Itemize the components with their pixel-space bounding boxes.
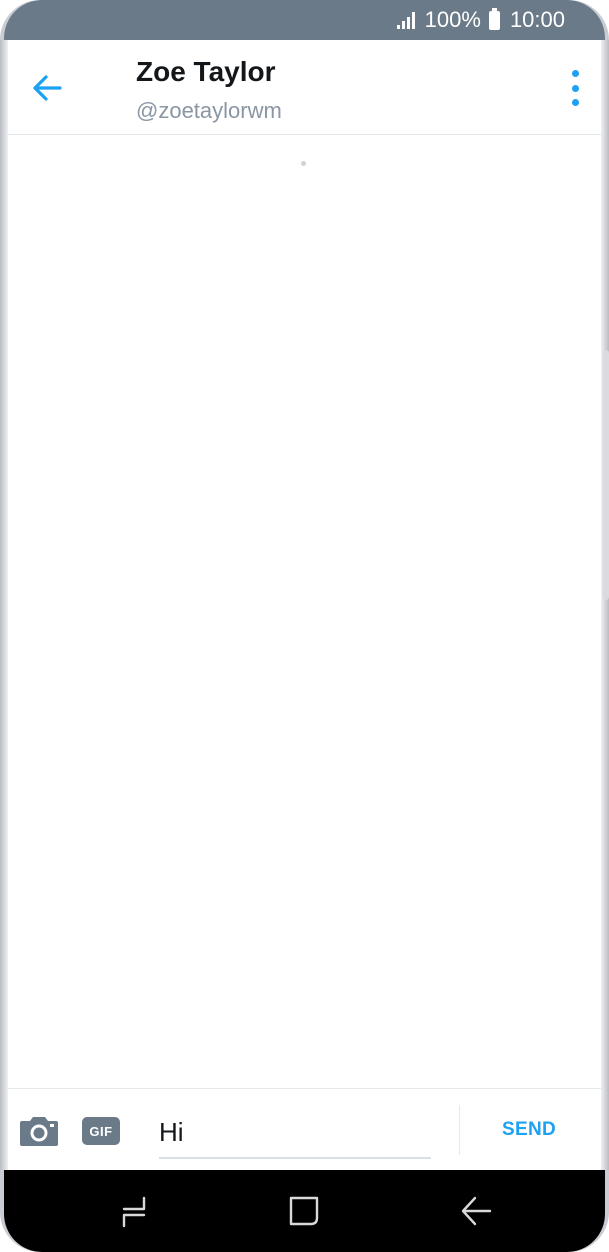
back-icon (461, 1196, 492, 1226)
phone-frame: 100% 10:00 Zoe Taylor @zoetaylorwm GIF H… (0, 0, 609, 1252)
clock: 10:00 (509, 7, 565, 32)
divider (459, 1105, 460, 1155)
recent-apps-icon (122, 1196, 146, 1228)
home-icon (289, 1196, 319, 1226)
send-button[interactable]: SEND (502, 1119, 556, 1141)
screen-edge-left (0, 40, 8, 1170)
side-key (603, 350, 609, 600)
battery-percent: 100% (424, 7, 481, 32)
more-options-button[interactable] (563, 70, 587, 106)
message-input[interactable] (159, 1107, 431, 1159)
more-vertical-icon (571, 70, 579, 77)
contact-name: Zoe Taylor (136, 56, 276, 87)
screen: 100% 10:00 Zoe Taylor @zoetaylorwm GIF H… (4, 0, 605, 1252)
screen-edge-right (601, 40, 609, 1170)
arrow-left-icon (33, 75, 62, 101)
status-bar: 100% 10:00 (4, 0, 605, 40)
back-button[interactable] (28, 68, 68, 108)
contact-handle: @zoetaylorwm (136, 98, 282, 123)
recent-apps-button[interactable] (116, 1194, 152, 1230)
loading-indicator (301, 161, 306, 166)
system-back-button[interactable] (456, 1192, 494, 1230)
camera-button[interactable] (18, 1115, 60, 1147)
signal-icon (396, 11, 415, 29)
camera-icon (20, 1117, 58, 1146)
message-composer: GIF SEND (4, 1088, 605, 1171)
battery-icon (488, 7, 500, 30)
conversation-header: Zoe Taylor @zoetaylorwm (4, 40, 605, 135)
gif-button[interactable]: GIF (82, 1117, 120, 1145)
message-list[interactable] (4, 135, 605, 1088)
home-button[interactable] (285, 1192, 323, 1230)
navigation-bar (4, 1170, 605, 1252)
